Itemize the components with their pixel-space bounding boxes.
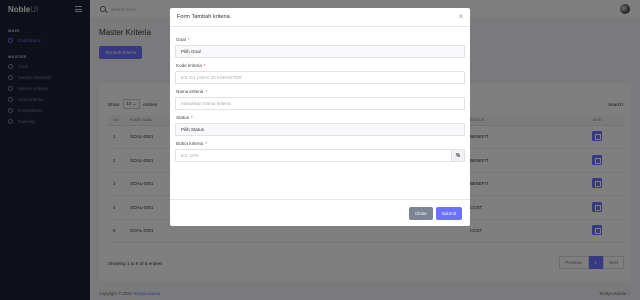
modal-footer: Close Submit	[170, 199, 470, 226]
status-group: Status * Pilih Status	[175, 115, 465, 136]
kode-kriteria-input[interactable]: EX: C1 | MAX 20 KARAKTER	[175, 71, 465, 84]
goal-group: Goal * Pilih Goal	[175, 37, 465, 58]
nama-kriteria-input[interactable]: Masukkan Nama kriteria	[175, 97, 465, 110]
close-button[interactable]: Close	[408, 206, 433, 220]
bobot-kriteria-input[interactable]: EX: 10% %	[175, 149, 465, 162]
bobot-group: Bobot kriteria * EX: 10% %	[175, 141, 465, 162]
status-select[interactable]: Pilih Status	[175, 123, 465, 136]
percent-icon: %	[451, 150, 464, 161]
close-icon[interactable]: ×	[458, 13, 463, 21]
modal-title: Form Tambah kriteria	[177, 14, 230, 20]
goal-select[interactable]: Pilih Goal	[175, 45, 465, 58]
modal-header: Form Tambah kriteria ×	[170, 8, 470, 27]
submit-button[interactable]: Submit	[435, 206, 462, 220]
nama-group: Nama kriteria * Masukkan Nama kriteria	[175, 89, 465, 110]
kriteria-form: Goal * Pilih Goal Kode kriteria * EX: C1 |…	[170, 37, 470, 162]
kode-group: Kode kriteria * EX: C1 | MAX 20 KARAKTER	[175, 63, 465, 84]
add-kriteria-modal: Form Tambah kriteria × Goal * Pilih Goal …	[170, 8, 470, 226]
